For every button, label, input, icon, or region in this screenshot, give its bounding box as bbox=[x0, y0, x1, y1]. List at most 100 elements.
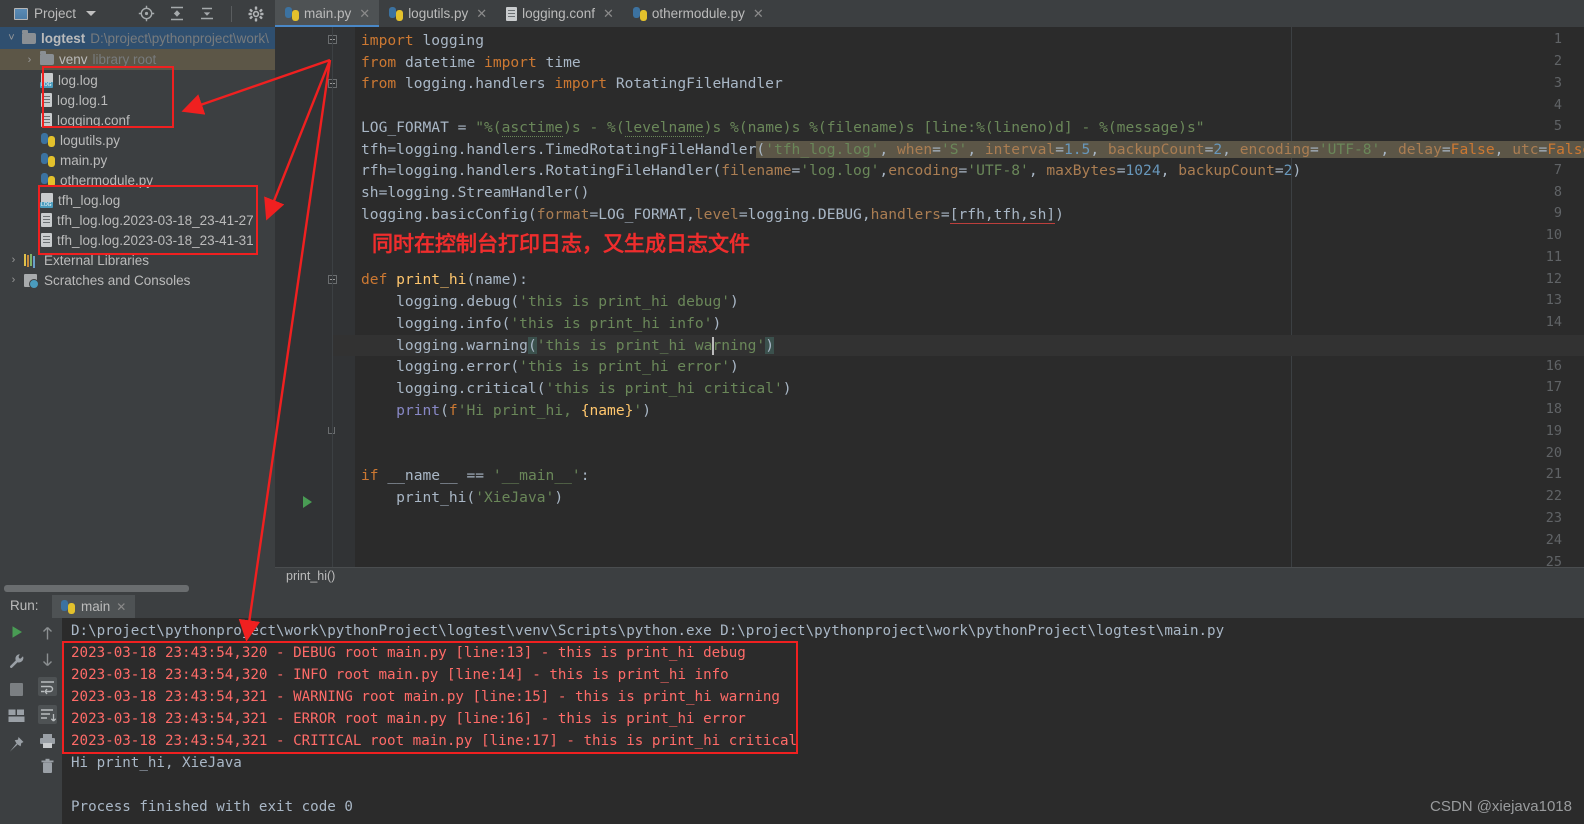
python-file-icon bbox=[41, 133, 55, 147]
chevron-down-icon[interactable]: ˅ bbox=[6, 32, 17, 44]
file-icon bbox=[41, 113, 52, 127]
tree-item-label: logging.conf bbox=[57, 113, 130, 128]
run-tool-window-header: Run: main ✕ bbox=[0, 595, 1584, 618]
tree-item-external-libraries[interactable]: › External Libraries bbox=[0, 250, 275, 270]
tree-item-log-log[interactable]: log.log bbox=[0, 70, 275, 90]
tree-item-main-py[interactable]: main.py bbox=[0, 150, 275, 170]
run-toolbar-left bbox=[0, 618, 33, 824]
text-caret bbox=[712, 337, 714, 355]
tree-item-label: tfh_log.log bbox=[58, 193, 120, 208]
tree-item-label: tfh_log.log.2023-03-18_23-41-27 bbox=[57, 213, 254, 228]
folder-icon bbox=[40, 54, 54, 65]
project-tree: ˅ logtest D:\project\pythonproject\work\… bbox=[0, 27, 275, 583]
close-icon[interactable]: ✕ bbox=[603, 6, 614, 22]
close-icon[interactable]: ✕ bbox=[753, 6, 764, 22]
chevron-right-icon[interactable]: › bbox=[8, 254, 19, 266]
python-file-icon bbox=[41, 173, 55, 187]
editor-tab-bar: main.py ✕ logutils.py ✕ logging.conf ✕ o… bbox=[275, 0, 1584, 27]
libraries-icon bbox=[24, 254, 37, 266]
expand-all-icon[interactable] bbox=[199, 5, 215, 22]
close-icon[interactable]: ✕ bbox=[359, 6, 370, 22]
tree-item-label: logtest bbox=[41, 31, 85, 46]
trash-icon[interactable] bbox=[40, 758, 55, 775]
tree-item-label: External Libraries bbox=[44, 253, 149, 268]
toolbar-divider bbox=[231, 6, 232, 22]
log-file-icon bbox=[41, 73, 53, 87]
editor-breadcrumb[interactable]: print_hi() bbox=[275, 567, 1584, 585]
tree-item-logging-conf[interactable]: logging.conf bbox=[0, 110, 275, 130]
project-view-button[interactable]: Project bbox=[8, 3, 102, 24]
chevron-right-icon[interactable]: › bbox=[8, 274, 19, 286]
close-icon[interactable]: ✕ bbox=[476, 6, 487, 22]
file-icon bbox=[41, 233, 52, 247]
python-file-icon bbox=[61, 600, 75, 614]
tree-horizontal-scrollbar-thumb[interactable] bbox=[4, 585, 189, 592]
watermark: CSDN @xiejava1018 bbox=[1430, 798, 1572, 815]
tree-item-venv[interactable]: › venv library root bbox=[0, 49, 275, 70]
wrench-icon[interactable] bbox=[8, 653, 25, 670]
tab-logutils-py[interactable]: logutils.py ✕ bbox=[379, 0, 496, 27]
tree-item-label: main.py bbox=[60, 153, 107, 168]
code-editor[interactable]: 1 2 3 4 5 6 7 8 9 10 11 12 13 14 15 16 1… bbox=[275, 27, 1584, 567]
tab-othermodule-py[interactable]: othermodule.py ✕ bbox=[623, 0, 773, 27]
scratches-icon bbox=[24, 274, 37, 287]
tree-item-label: log.log bbox=[58, 73, 98, 88]
run-gutter-icon[interactable] bbox=[303, 496, 312, 508]
console-log-line: 2023-03-18 23:43:54,321 - WARNING root m… bbox=[71, 689, 780, 705]
tree-item-label: venv bbox=[59, 52, 88, 67]
console-stdout-line: Hi print_hi, XieJava bbox=[71, 755, 242, 771]
layout-icon[interactable] bbox=[8, 709, 25, 723]
tree-item-othermodule-py[interactable]: othermodule.py bbox=[0, 170, 275, 190]
tree-item-log-log-1[interactable]: log.log.1 bbox=[0, 90, 275, 110]
tree-item-detail: D:\project\pythonproject\work\ bbox=[90, 31, 269, 46]
code-content[interactable]: import logging from datetime import time… bbox=[333, 27, 1584, 567]
tree-item-tfh-log-log[interactable]: tfh_log.log bbox=[0, 190, 275, 210]
tree-item-tfh-log-rot-2[interactable]: tfh_log.log.2023-03-18_23-41-31 bbox=[0, 230, 275, 250]
annotation-note: 同时在控制台打印日志，又生成日志文件 bbox=[372, 228, 750, 258]
tab-label: main.py bbox=[304, 6, 351, 21]
tab-main-py[interactable]: main.py ✕ bbox=[275, 0, 379, 27]
close-icon[interactable]: ✕ bbox=[116, 600, 126, 614]
soft-wrap-icon[interactable] bbox=[38, 677, 57, 696]
folder-icon bbox=[22, 33, 36, 44]
tree-item-scratches-consoles[interactable]: › Scratches and Consoles bbox=[0, 270, 275, 290]
tree-item-label: log.log.1 bbox=[57, 93, 108, 108]
tab-logging-conf[interactable]: logging.conf ✕ bbox=[496, 0, 623, 27]
tree-item-detail: library root bbox=[93, 52, 157, 67]
pin-icon[interactable] bbox=[8, 736, 25, 753]
tab-label: logging.conf bbox=[522, 6, 595, 21]
python-file-icon bbox=[633, 7, 647, 21]
tree-item-tfh-log-rot-1[interactable]: tfh_log.log.2023-03-18_23-41-27 bbox=[0, 210, 275, 230]
file-icon bbox=[41, 213, 52, 227]
run-toolbar-second bbox=[33, 618, 62, 824]
tree-item-label: tfh_log.log.2023-03-18_23-41-31 bbox=[57, 233, 254, 248]
print-icon[interactable] bbox=[39, 733, 56, 749]
chevron-right-icon[interactable]: › bbox=[24, 54, 35, 66]
tree-item-label: othermodule.py bbox=[60, 173, 153, 188]
scroll-down-icon[interactable] bbox=[40, 651, 55, 668]
run-icon[interactable] bbox=[9, 624, 25, 640]
python-file-icon bbox=[41, 153, 55, 167]
run-tab-label: main bbox=[81, 599, 110, 614]
project-button-label: Project bbox=[34, 6, 76, 21]
console-log-line: 2023-03-18 23:43:54,321 - ERROR root mai… bbox=[71, 711, 746, 727]
file-icon bbox=[41, 93, 52, 107]
python-file-icon bbox=[389, 7, 403, 21]
collapse-all-icon[interactable] bbox=[169, 5, 185, 22]
run-console-output[interactable]: D:\project\pythonproject\work\pythonProj… bbox=[62, 618, 1584, 824]
chevron-down-icon[interactable] bbox=[86, 11, 96, 16]
editor-gutter[interactable] bbox=[275, 27, 333, 567]
tree-item-logutils-py[interactable]: logutils.py bbox=[0, 130, 275, 150]
scroll-up-icon[interactable] bbox=[40, 625, 55, 642]
console-log-line: 2023-03-18 23:43:54,320 - INFO root main… bbox=[71, 667, 729, 683]
locate-target-icon[interactable] bbox=[138, 5, 155, 22]
python-file-icon bbox=[285, 7, 299, 21]
stop-icon[interactable] bbox=[10, 683, 23, 696]
tree-item-label: logutils.py bbox=[60, 133, 120, 148]
tree-item-logtest[interactable]: ˅ logtest D:\project\pythonproject\work\ bbox=[0, 27, 275, 49]
scroll-to-end-icon[interactable] bbox=[38, 705, 57, 724]
gear-icon[interactable] bbox=[248, 6, 264, 22]
project-icon bbox=[14, 8, 28, 20]
tree-item-label: Scratches and Consoles bbox=[44, 273, 190, 288]
run-tab-main[interactable]: main ✕ bbox=[52, 595, 135, 618]
